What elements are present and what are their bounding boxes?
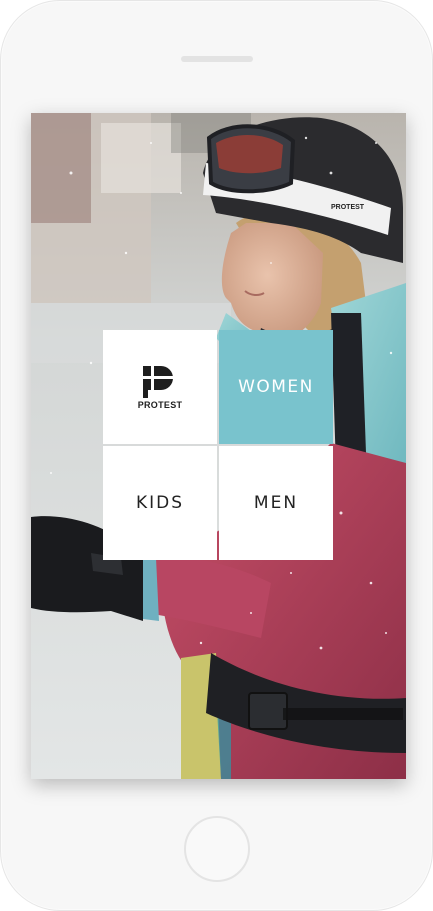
phone-frame: PROTEST PROTEST WOMEN KIDS MEN: [0, 0, 433, 911]
goggle-strap-logo-text: PROTEST: [331, 204, 365, 211]
category-men-label: MEN: [253, 493, 299, 513]
category-women-label: WOMEN: [238, 377, 314, 397]
protest-logo-icon: [143, 364, 177, 398]
brand-logo-tile[interactable]: PROTEST: [103, 330, 217, 444]
brand-logo-text: PROTEST: [137, 400, 183, 410]
phone-speaker: [181, 56, 253, 62]
category-men-tile[interactable]: MEN: [219, 446, 333, 560]
phone-home-button[interactable]: [184, 816, 250, 882]
category-grid: PROTEST WOMEN KIDS MEN: [103, 330, 333, 560]
category-kids-label: KIDS: [135, 493, 185, 513]
category-kids-tile[interactable]: KIDS: [103, 446, 217, 560]
app-screen: PROTEST PROTEST WOMEN KIDS MEN: [31, 113, 406, 779]
category-women-tile[interactable]: WOMEN: [219, 330, 333, 444]
